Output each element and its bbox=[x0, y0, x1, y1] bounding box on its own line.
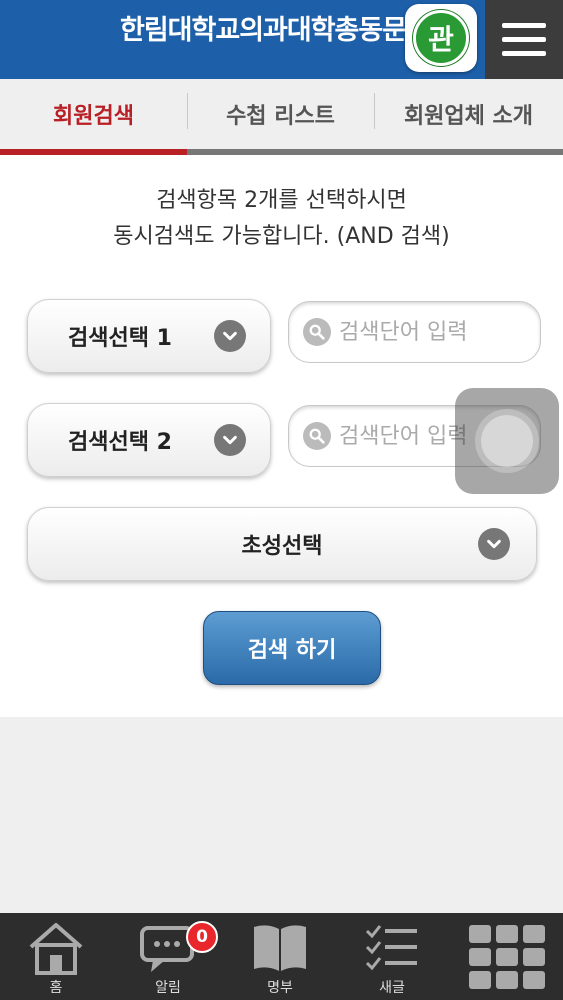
app-badge-icon: 관 bbox=[413, 10, 469, 66]
nav-label-new-posts: 새글 bbox=[379, 980, 405, 996]
nav-item-new-posts[interactable]: 새글 bbox=[336, 913, 448, 1000]
tab-notebook-list[interactable]: 수첩 리스트 bbox=[187, 79, 374, 149]
search-select-2[interactable]: 검색선택 2 bbox=[27, 403, 271, 477]
tab-member-company[interactable]: 회원업체 소개 bbox=[374, 79, 563, 149]
chevron-down-icon bbox=[478, 528, 510, 560]
tab-member-search[interactable]: 회원검색 bbox=[0, 79, 187, 149]
search-icon bbox=[303, 422, 331, 450]
book-icon bbox=[251, 921, 309, 979]
app-title: 한림대학교의과대학총동문 bbox=[120, 15, 407, 46]
assistive-touch-button[interactable] bbox=[455, 388, 559, 494]
grid-icon bbox=[469, 921, 545, 997]
search-input-1[interactable] bbox=[288, 301, 541, 363]
initial-consonant-label: 초성선택 bbox=[241, 534, 323, 559]
chevron-down-icon bbox=[214, 320, 246, 352]
search-input-1-field[interactable] bbox=[339, 319, 489, 345]
app-badge[interactable]: 관 bbox=[405, 4, 477, 72]
search-select-1[interactable]: 검색선택 1 bbox=[27, 299, 271, 373]
nav-label-directory: 명부 bbox=[267, 980, 293, 996]
search-select-2-label: 검색선택 2 bbox=[68, 430, 172, 455]
nav-label-home: 홈 bbox=[49, 980, 63, 996]
search-select-1-label: 검색선택 1 bbox=[68, 326, 172, 351]
nav-item-directory[interactable]: 명부 bbox=[224, 913, 336, 1000]
bottom-nav: 홈 알림 명부 새글 bbox=[0, 913, 563, 1000]
home-icon bbox=[27, 921, 85, 979]
nav-item-more[interactable] bbox=[451, 913, 563, 1000]
initial-consonant-select[interactable]: 초성선택 bbox=[27, 507, 537, 581]
assistive-touch-icon bbox=[481, 415, 533, 467]
hamburger-menu-icon[interactable] bbox=[485, 0, 563, 79]
checklist-icon bbox=[363, 921, 421, 979]
app-header: 한림대학교의과대학총동문 관 bbox=[0, 0, 563, 79]
search-submit-button[interactable]: 검색 하기 bbox=[203, 611, 381, 685]
search-icon bbox=[303, 318, 331, 346]
search-instruction: 검색항목 2개를 선택하시면 동시검색도 가능합니다. (AND 검색) bbox=[0, 183, 563, 255]
nav-item-home[interactable]: 홈 bbox=[0, 913, 112, 1000]
notification-count-badge: 0 bbox=[186, 921, 218, 953]
nav-label-notifications: 알림 bbox=[155, 980, 181, 996]
chevron-down-icon bbox=[214, 424, 246, 456]
instruction-line-2: 동시검색도 가능합니다. (AND 검색) bbox=[113, 224, 450, 249]
instruction-line-1: 검색항목 2개를 선택하시면 bbox=[156, 188, 407, 213]
tab-bar: 회원검색 수첩 리스트 회원업체 소개 bbox=[0, 79, 563, 155]
